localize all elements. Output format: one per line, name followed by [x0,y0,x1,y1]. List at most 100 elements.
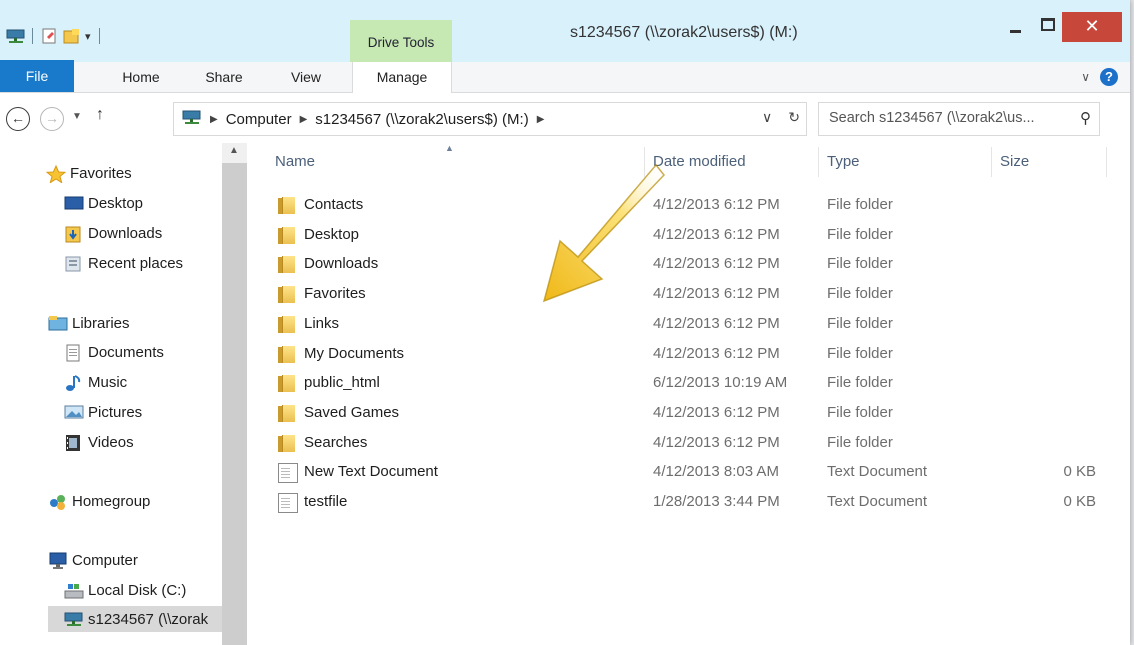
table-row[interactable]: New Text Document 4/12/2013 8:03 AM Text D… [248,457,1130,487]
breadcrumb-chevron-icon[interactable]: ▶ [300,114,308,125]
column-header-size[interactable]: Size [1000,153,1029,170]
nav-item-videos[interactable]: Videos [64,429,134,455]
nav-item-downloads[interactable]: Downloads [64,220,162,246]
table-row[interactable]: Saved Games 4/12/2013 6:12 PM File folder [248,398,1130,428]
nav-computer[interactable]: Computer [48,547,138,573]
new-folder-icon[interactable] [63,28,81,44]
nav-item-label: s1234567 (\\zorak [88,610,209,628]
homegroup-icon [48,493,66,510]
file-type: File folder [827,374,893,392]
nav-homegroup[interactable]: Homegroup [48,488,150,514]
address-bar-controls: ∨ ↻ [762,109,800,126]
customize-toolbar-dropdown-icon[interactable]: ▾ [85,30,91,43]
music-icon [64,374,82,391]
date-modified: 4/12/2013 8:03 AM [653,463,779,481]
table-row[interactable]: Desktop 4/12/2013 6:12 PM File folder [248,220,1130,250]
ribbon-tab-row: File Home Share View Manage ∨ ? [0,60,1130,93]
back-button[interactable]: ← [6,107,30,131]
network-drive-icon [182,109,202,129]
nav-computer-label: Computer [72,551,138,569]
table-row[interactable]: Downloads 4/12/2013 6:12 PM File folder [248,249,1130,279]
breadcrumb-chevron-icon[interactable]: ▶ [210,114,218,125]
table-row[interactable]: public_html 6/12/2013 10:19 AM File folder [248,368,1130,398]
column-divider[interactable] [1106,147,1107,177]
table-row[interactable]: Contacts 4/12/2013 6:12 PM File folder [248,190,1130,220]
nav-item-music[interactable]: Music [64,369,127,395]
column-header-type[interactable]: Type [827,153,860,170]
ribbon-controls: ∨ ? [1081,68,1118,86]
column-divider[interactable] [818,147,819,177]
explorer-window: ▾ Drive Tools s1234567 (\\zorak2\users$)… [0,0,1130,645]
nav-item-recent-places[interactable]: Recent places [64,250,183,276]
help-icon[interactable]: ? [1100,68,1118,86]
close-button[interactable]: ✕ [1062,12,1122,42]
tab-manage[interactable]: Manage [352,62,452,93]
date-modified: 1/28/2013 3:44 PM [653,493,780,510]
file-type: File folder [827,255,893,273]
nav-item-label: Local Disk (C:) [88,581,187,599]
search-placeholder: Search s1234567 (\\zorak2\us... [829,110,1035,126]
expand-ribbon-icon[interactable]: ∨ [1081,70,1090,84]
nav-item-desktop[interactable]: Desktop [64,190,143,216]
file-size: 0 KB [1063,493,1096,510]
properties-icon[interactable] [41,28,59,44]
tab-file[interactable]: File [0,60,74,92]
network-drive-icon[interactable] [6,28,25,44]
column-divider[interactable] [991,147,992,177]
file-type: File folder [827,403,893,421]
tab-view[interactable]: View [270,62,342,92]
nav-item-pictures[interactable]: Pictures [64,399,142,425]
column-header-name[interactable]: Name [275,153,315,170]
address-bar[interactable]: ▶ Computer ▶ s1234567 (\\zorak2\users$) … [173,102,807,136]
toolbar-separator [98,28,100,44]
nav-item-label: Downloads [88,224,163,242]
file-type: File folder [827,344,893,362]
scroll-up-icon[interactable]: ▲ [229,145,239,156]
up-one-level-button[interactable]: ↑ [96,106,104,124]
date-modified: 4/12/2013 6:12 PM [653,196,780,213]
nav-libraries[interactable]: Libraries [48,310,130,336]
context-tab-label: Drive Tools [367,35,435,50]
breadcrumb-drive[interactable]: s1234567 (\\zorak2\users$) (M:) [315,111,528,128]
nav-item-network-drive[interactable]: s1234567 (\\zorak [48,606,222,632]
folder-icon [278,255,296,274]
recent-locations-dropdown-icon[interactable]: ▼ [72,111,82,122]
forward-arrow-icon: → [45,110,59,126]
back-arrow-icon: ← [11,110,25,126]
tab-home[interactable]: Home [103,62,179,92]
search-box[interactable]: Search s1234567 (\\zorak2\us... ⚲ [818,102,1100,136]
nav-favorites[interactable]: Favorites [45,160,132,186]
table-row[interactable]: Links 4/12/2013 6:12 PM File folder [248,309,1130,339]
table-row[interactable]: My Documents 4/12/2013 6:12 PM File folder [248,339,1130,369]
forward-button[interactable]: → [40,107,64,131]
recent-places-icon [64,255,82,272]
tab-share[interactable]: Share [188,62,260,92]
folder-icon [278,434,296,452]
file-type: File folder [827,433,893,451]
sort-ascending-icon: ▲ [445,143,454,153]
table-row[interactable]: testfile 1/28/2013 3:44 PM Text Document 0 … [248,487,1130,517]
nav-item-documents[interactable]: Documents [64,339,164,365]
file-name: Searches [304,433,368,451]
address-history-dropdown-icon[interactable]: ∨ [762,109,772,126]
navigation-scrollbar[interactable]: ▲ [222,143,247,645]
refresh-icon[interactable]: ↻ [788,109,800,126]
search-icon[interactable]: ⚲ [1080,109,1091,127]
drive-tools-context-tab: Drive Tools [350,20,452,62]
scrollbar-thumb[interactable] [222,163,247,645]
breadcrumb-chevron-icon[interactable]: ▶ [537,114,545,125]
file-type: Text Document [827,493,928,510]
minimize-button[interactable] [1000,12,1032,42]
nav-item-label: Desktop [88,194,144,212]
nav-item-local-disk[interactable]: Local Disk (C:) [64,577,186,603]
maximize-button[interactable] [1032,12,1062,42]
file-size: 0 KB [1063,463,1096,481]
breadcrumb: ▶ Computer ▶ s1234567 (\\zorak2\users$) … [182,109,544,129]
nav-favorites-label: Favorites [70,164,132,182]
nav-item-label: Videos [88,433,134,451]
table-row[interactable]: Searches 4/12/2013 6:12 PM File folder [248,428,1130,458]
downloads-folder-icon [64,225,82,243]
table-row[interactable]: Favorites 4/12/2013 6:12 PM File folder [248,279,1130,309]
nav-item-label: Documents [88,343,164,361]
breadcrumb-computer[interactable]: Computer [226,111,292,128]
